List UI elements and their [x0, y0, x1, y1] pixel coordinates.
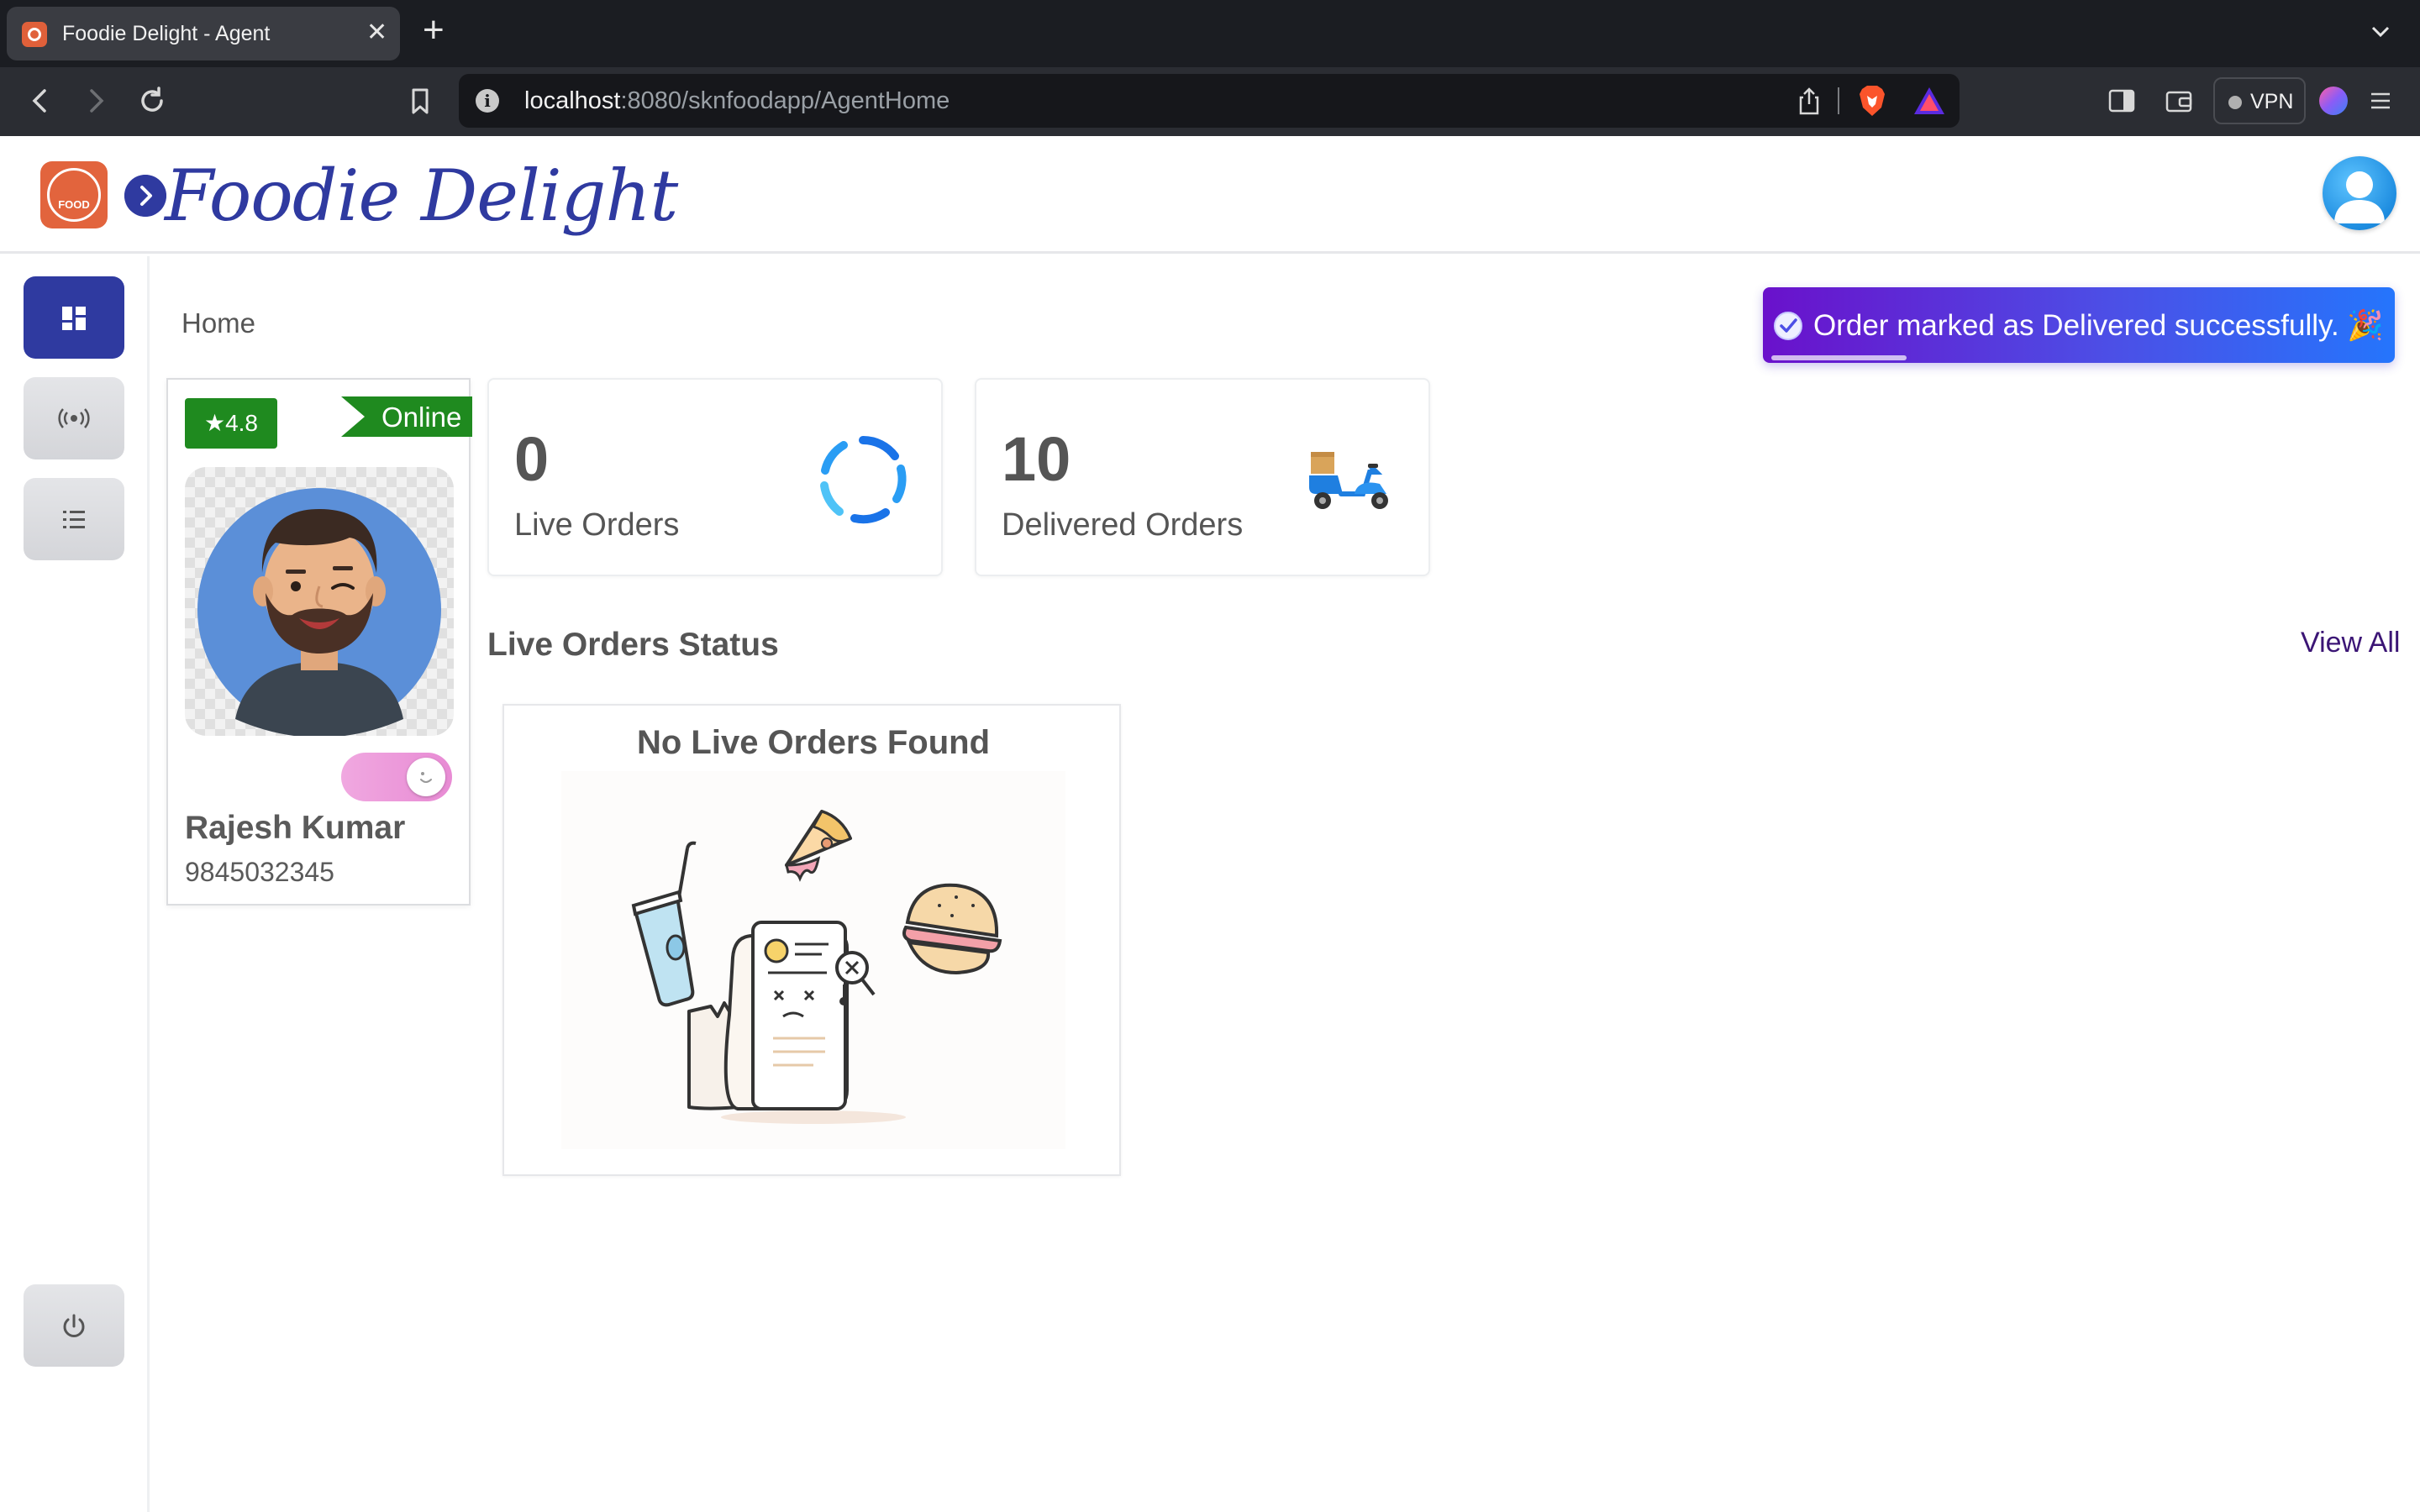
tab-title: Foodie Delight - Agent — [62, 22, 271, 45]
tab-favicon-icon — [22, 22, 47, 47]
rating-badge: ★4.8 — [185, 398, 277, 449]
live-orders-count: 0 — [514, 424, 550, 494]
delivered-orders-count: 10 — [1002, 424, 1071, 494]
toast-progress-bar — [1771, 355, 1907, 360]
logo-text: FOOD — [58, 198, 90, 211]
tab-close-icon[interactable]: ✕ — [366, 18, 387, 47]
sidebar-item-dashboard[interactable] — [24, 276, 124, 359]
agent-avatar — [185, 467, 454, 736]
address-bar-divider — [1838, 87, 1839, 114]
view-all-link[interactable]: View All — [2301, 627, 2400, 659]
brand-title: Foodie Delight — [165, 155, 678, 237]
empty-orders-card: No Live Orders Found — [502, 704, 1121, 1176]
no-orders-food-illustration — [631, 810, 1002, 1124]
vpn-status-icon — [2228, 96, 2242, 109]
brave-rewards-icon[interactable] — [1912, 86, 1946, 116]
user-profile-button[interactable] — [2323, 156, 2396, 230]
browser-tab-bar: Foodie Delight - Agent ✕ + — [0, 0, 2420, 67]
logout-button[interactable] — [24, 1284, 124, 1367]
hamburger-menu-icon[interactable] — [2368, 88, 2393, 113]
bookmark-icon[interactable] — [403, 84, 437, 118]
reload-icon[interactable] — [135, 84, 169, 118]
delivered-orders-stat-card[interactable]: 10 Delivered Orders — [975, 378, 1430, 576]
online-status-ribbon: Online — [341, 396, 472, 437]
loading-spinner-icon — [820, 435, 907, 524]
sidebar — [0, 256, 150, 1512]
vpn-button[interactable]: VPN — [2213, 77, 2306, 124]
live-orders-stat-card[interactable]: 0 Live Orders — [487, 378, 943, 576]
power-icon — [63, 1314, 85, 1337]
site-info-icon[interactable]: i — [476, 89, 499, 113]
live-orders-section-title: Live Orders Status — [487, 627, 779, 663]
smile-icon — [420, 772, 432, 783]
live-orders-label: Live Orders — [514, 507, 680, 543]
browser-tab[interactable]: Foodie Delight - Agent ✕ — [7, 7, 400, 60]
sidebar-expand-button[interactable] — [124, 175, 166, 217]
dashboard-grid-icon — [62, 307, 86, 330]
broadcast-icon — [58, 408, 90, 428]
address-bar[interactable]: i localhost:8080/sknfoodapp/AgentHome — [459, 74, 1960, 128]
empty-orders-illustration — [561, 771, 1065, 1149]
logo-ring-icon — [47, 168, 101, 222]
check-badge-icon — [1774, 312, 1802, 340]
back-arrow-icon[interactable] — [24, 84, 57, 118]
success-toast[interactable]: Order marked as Delivered successfully. … — [1763, 287, 2395, 363]
agent-phone: 9845032345 — [185, 857, 334, 887]
toggle-knob — [407, 758, 445, 796]
empty-orders-message: No Live Orders Found — [636, 724, 991, 761]
share-icon[interactable] — [1795, 86, 1823, 116]
new-tab-button[interactable]: + — [423, 12, 445, 49]
vpn-label: VPN — [2250, 90, 2294, 113]
chevron-down-icon[interactable] — [2368, 18, 2393, 44]
browser-profile-icon[interactable] — [2319, 87, 2348, 115]
app-root: FOOD Foodie Delight Home Order marked as… — [0, 136, 2420, 1512]
user-avatar-icon — [2334, 171, 2385, 223]
forward-arrow-icon[interactable] — [79, 84, 113, 118]
list-icon — [63, 511, 85, 528]
availability-toggle[interactable] — [341, 753, 452, 801]
app-header: FOOD Foodie Delight — [0, 136, 2420, 254]
star-icon: ★ — [203, 410, 226, 436]
agent-avatar-illustration — [197, 488, 441, 736]
toast-message: Order marked as Delivered successfully. … — [1813, 309, 2384, 342]
scooter-icon — [1309, 452, 1388, 509]
sidebar-toggle-icon[interactable] — [2107, 87, 2136, 115]
url-text[interactable]: localhost:8080/sknfoodapp/AgentHome — [524, 87, 950, 115]
breadcrumb[interactable]: Home — [182, 307, 255, 339]
online-status-text: Online — [381, 402, 462, 433]
brave-shields-icon[interactable] — [1857, 84, 1887, 118]
rating-value: 4.8 — [225, 410, 259, 436]
sidebar-item-live-orders[interactable] — [24, 377, 124, 459]
agent-profile-card: ★4.8 Online Rajesh Kumar 9845032345 — [166, 378, 472, 906]
delivered-orders-label: Delivered Orders — [1002, 507, 1244, 543]
sidebar-item-order-list[interactable] — [24, 478, 124, 560]
agent-name: Rajesh Kumar — [185, 810, 406, 846]
wallet-icon[interactable] — [2165, 87, 2193, 115]
app-logo[interactable]: FOOD — [40, 161, 108, 228]
